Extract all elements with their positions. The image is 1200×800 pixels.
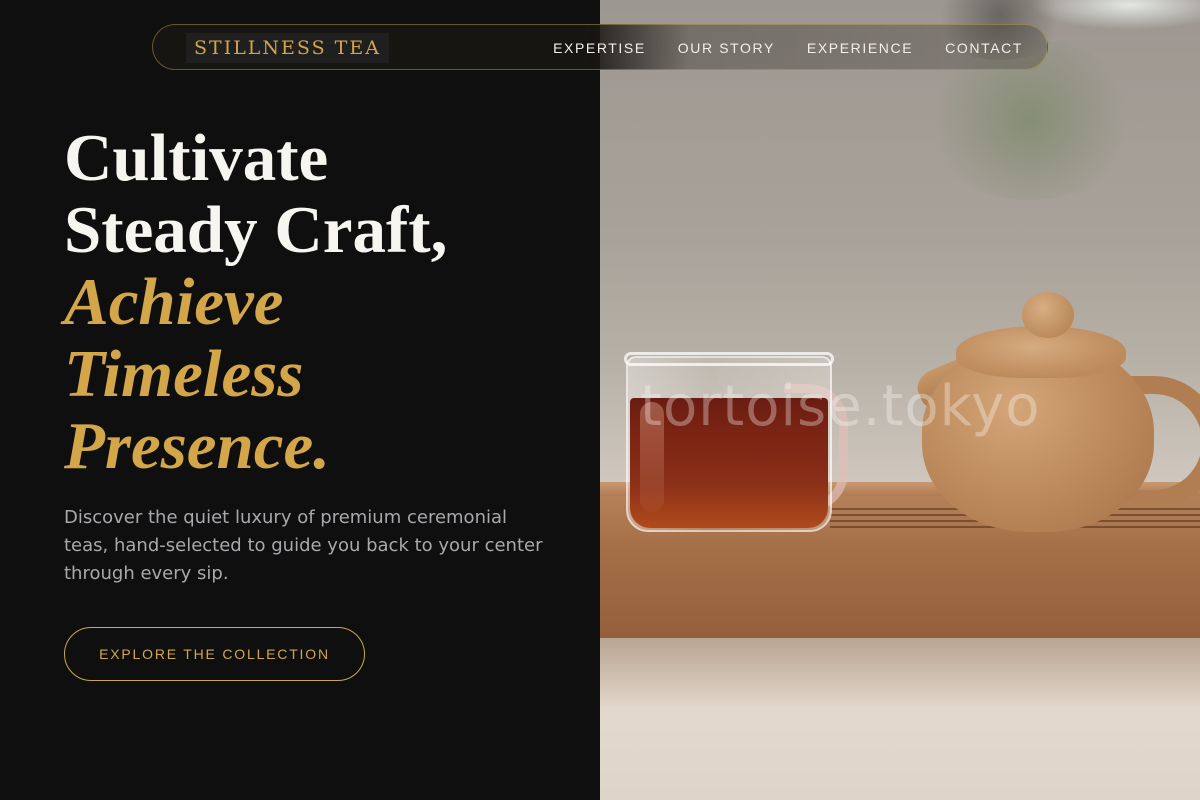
hero-headline: Cultivate Steady Craft, Achieve Timeless…: [64, 122, 584, 482]
teapot-knob: [1022, 292, 1074, 338]
nav-link-contact[interactable]: CONTACT: [945, 40, 1023, 56]
nav-link-expertise[interactable]: EXPERTISE: [553, 40, 646, 56]
nav-link-our-story[interactable]: OUR STORY: [678, 40, 775, 56]
hero-description: Discover the quiet luxury of premium cer…: [64, 507, 543, 584]
hero-photo: tortoise.tokyo: [600, 0, 1200, 800]
nav-link-experience[interactable]: EXPERIENCE: [807, 40, 913, 56]
hero-line-2: Steady Craft,: [64, 193, 448, 267]
brand-logo[interactable]: STILLNESS TEA: [186, 33, 389, 63]
nav-links: EXPERTISE OUR STORY EXPERIENCE CONTACT: [553, 25, 1023, 71]
main-navigation: STILLNESS TEA EXPERTISE OUR STORY EXPERI…: [152, 24, 1048, 70]
cup-rim: [624, 352, 834, 366]
tray-shadow: [600, 638, 1200, 708]
hero-accent-line-3: Presence.: [64, 409, 331, 483]
explore-collection-button[interactable]: EXPLORE THE COLLECTION: [64, 627, 365, 681]
hero-accent-line-1: Achieve: [64, 265, 284, 339]
hero-accent-line-2: Timeless: [64, 337, 304, 411]
photo-watermark: tortoise.tokyo: [640, 374, 1041, 439]
background-blur-window: [1030, 0, 1200, 30]
hero-line-1: Cultivate: [64, 121, 329, 195]
